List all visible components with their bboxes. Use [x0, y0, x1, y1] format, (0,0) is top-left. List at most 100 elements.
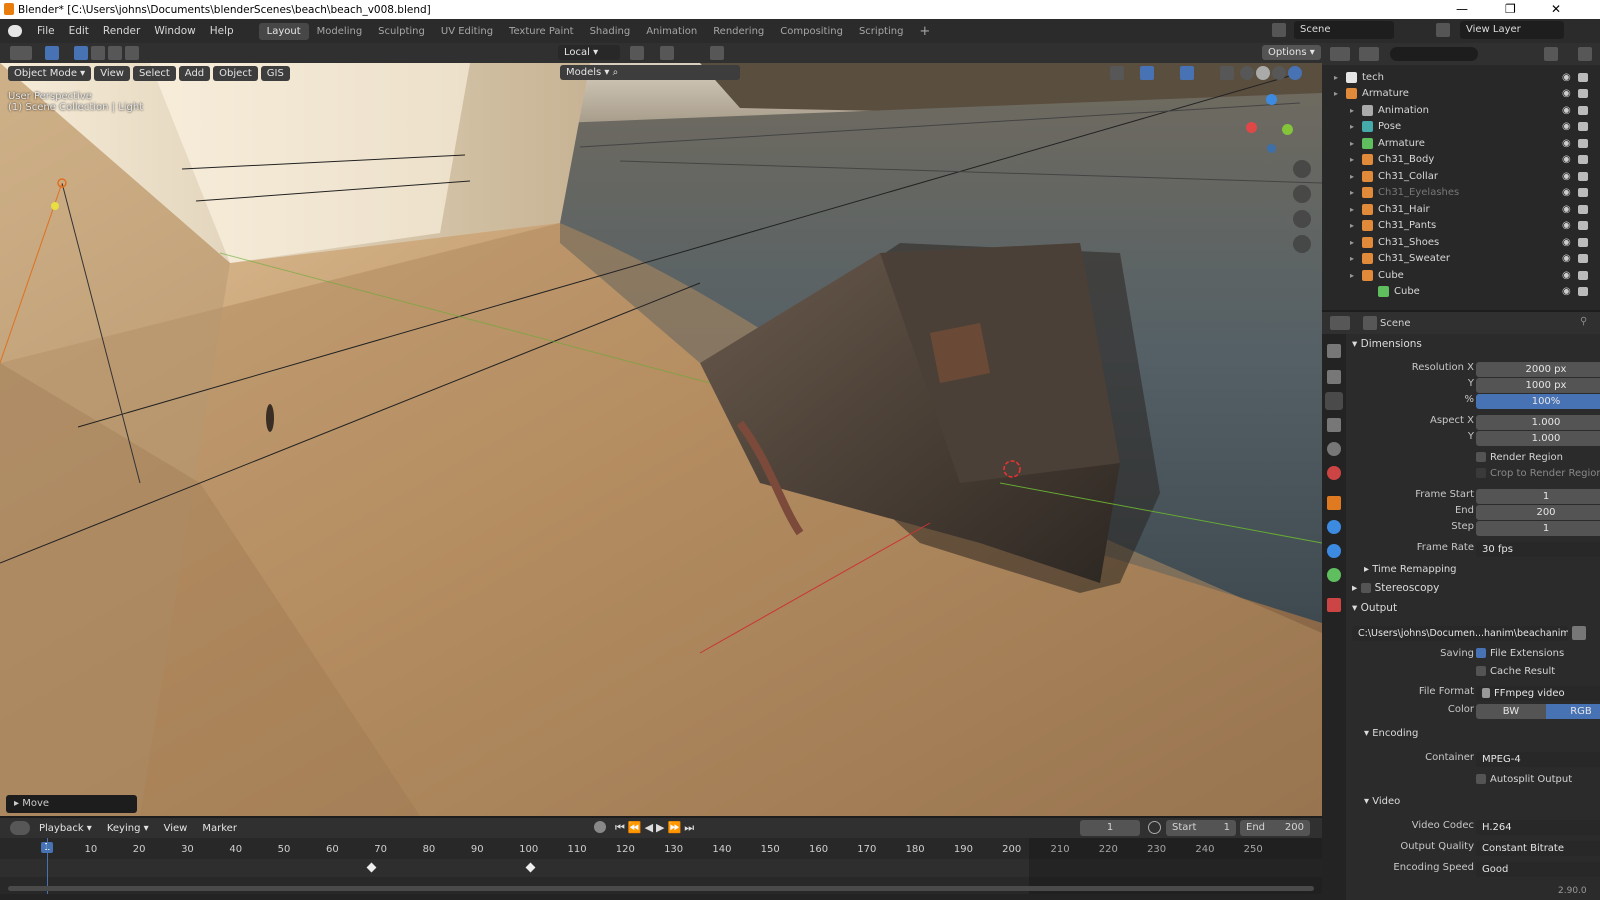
view-layer-icon[interactable]: [1436, 23, 1450, 37]
autosplit-checkbox[interactable]: [1476, 774, 1486, 784]
visibility-icon[interactable]: [1110, 66, 1124, 80]
menu-file[interactable]: File: [30, 25, 62, 37]
ortho-grid-icon[interactable]: [1293, 235, 1311, 253]
current-frame-field[interactable]: 1: [1080, 820, 1140, 836]
outliner-row[interactable]: ▸ tech ◉: [1322, 69, 1600, 86]
menu-window[interactable]: Window: [147, 25, 202, 37]
tab-texture-paint[interactable]: Texture Paint: [501, 23, 582, 40]
folder-icon[interactable]: [1572, 626, 1586, 640]
gizmo-z-axis-icon[interactable]: [1266, 94, 1277, 105]
menu-keying[interactable]: Keying ▾: [101, 821, 155, 836]
expand-arrow-icon[interactable]: ▸: [1350, 139, 1354, 148]
cache-result-checkbox[interactable]: [1476, 666, 1486, 676]
outliner-row[interactable]: ▸ Ch31_Pants ◉: [1322, 218, 1600, 235]
outliner-item-label[interactable]: Pose: [1378, 121, 1401, 132]
blender-menu-icon[interactable]: [8, 25, 22, 37]
collection-filter[interactable]: Models ▾ ⌕: [560, 65, 740, 80]
visibility-eye-icon[interactable]: ◉: [1562, 88, 1571, 99]
visibility-eye-icon[interactable]: ◉: [1562, 72, 1571, 83]
encoding-subsection-header[interactable]: ▾ Encoding: [1364, 728, 1600, 748]
outliner-editor-type-icon[interactable]: [1330, 47, 1350, 61]
render-region-row[interactable]: Render Region: [1346, 452, 1600, 468]
object-tab-icon[interactable]: [1327, 496, 1341, 510]
visibility-eye-icon[interactable]: ◉: [1562, 220, 1571, 231]
aspect-y-field[interactable]: 1.000: [1476, 431, 1600, 446]
menu-marker[interactable]: Marker: [196, 821, 243, 836]
render-tab-icon[interactable]: [1327, 370, 1341, 384]
transform-orientation-dropdown[interactable]: Local ▾: [558, 45, 620, 60]
outliner-item-label[interactable]: Ch31_Pants: [1378, 220, 1436, 231]
outliner[interactable]: ▸ tech ◉ ▸ Armature ◉ ▸ Animation ◉ ▸ Pose ◉ ▸ Armatu…: [1322, 43, 1600, 310]
new-collection-icon[interactable]: [1578, 47, 1592, 61]
outliner-row[interactable]: ▸ Pose ◉: [1322, 119, 1600, 136]
expand-arrow-icon[interactable]: ▸: [1350, 238, 1354, 247]
shading-solid-icon[interactable]: [1256, 66, 1270, 80]
menu-object[interactable]: Object: [213, 65, 258, 81]
overlay-toggle-icon[interactable]: [1180, 66, 1194, 80]
tab-sculpting[interactable]: Sculpting: [370, 23, 433, 40]
cache-result-row[interactable]: Cache Result: [1346, 666, 1600, 682]
render-camera-icon[interactable]: [1578, 72, 1588, 82]
render-camera-icon[interactable]: [1578, 122, 1588, 132]
pivot-point-icon[interactable]: [630, 46, 644, 60]
output-section-header[interactable]: ▾ Output: [1352, 602, 1600, 622]
outliner-row[interactable]: ▸ Ch31_Shoes ◉: [1322, 234, 1600, 251]
render-camera-icon[interactable]: [1578, 287, 1588, 297]
frame-step-field[interactable]: 1: [1476, 521, 1600, 536]
outliner-item-label[interactable]: Ch31_Shoes: [1378, 237, 1439, 248]
zoom-icon[interactable]: [1293, 160, 1311, 178]
outliner-search-input[interactable]: [1390, 47, 1478, 61]
file-extensions-checkbox[interactable]: [1476, 648, 1486, 658]
tab-modeling[interactable]: Modeling: [309, 23, 371, 40]
navigation-gizmo[interactable]: [1240, 88, 1300, 158]
menu-add[interactable]: Add: [178, 65, 211, 81]
expand-arrow-icon[interactable]: ▸: [1350, 188, 1354, 197]
view-layer-tab-icon[interactable]: [1327, 418, 1341, 432]
filter-icon[interactable]: [1544, 47, 1558, 61]
frame-start-field[interactable]: 1: [1476, 489, 1600, 504]
expand-arrow-icon[interactable]: ▸: [1350, 106, 1354, 115]
menu-select[interactable]: Select: [132, 65, 176, 81]
stereoscopy-section-header[interactable]: ▸ Stereoscopy: [1352, 582, 1600, 602]
render-camera-icon[interactable]: [1578, 270, 1588, 280]
encoding-speed-dropdown[interactable]: Good▾: [1476, 862, 1600, 877]
expand-arrow-icon[interactable]: ▸: [1334, 89, 1338, 98]
outliner-item-label[interactable]: Armature: [1362, 88, 1409, 99]
select-box-mode-icon[interactable]: [74, 46, 88, 60]
gizmo-x-axis-icon[interactable]: [1246, 122, 1257, 133]
visibility-eye-icon[interactable]: ◉: [1562, 121, 1571, 132]
timeline-editor-type-icon[interactable]: [10, 821, 30, 835]
tab-animation[interactable]: Animation: [638, 23, 705, 40]
outliner-row[interactable]: ▸ Ch31_Hair ◉: [1322, 201, 1600, 218]
render-camera-icon[interactable]: [1578, 188, 1588, 198]
expand-arrow-icon[interactable]: ▸: [1350, 205, 1354, 214]
frame-rate-dropdown[interactable]: 30 fps▾: [1476, 542, 1600, 557]
start-frame-field[interactable]: Start 1: [1166, 820, 1236, 836]
record-icon[interactable]: [594, 821, 606, 833]
outliner-item-label[interactable]: Ch31_Sweater: [1378, 253, 1450, 264]
tab-compositing[interactable]: Compositing: [772, 23, 851, 40]
expand-arrow-icon[interactable]: ▸: [1350, 155, 1354, 164]
menu-help[interactable]: Help: [203, 25, 241, 37]
timeline-area[interactable]: 1102030405060708090100110120130140150160…: [0, 838, 1322, 894]
display-mode-icon[interactable]: [1359, 47, 1379, 61]
menu-gis[interactable]: GIS: [260, 65, 290, 81]
outliner-item-label[interactable]: Ch31_Body: [1378, 154, 1434, 165]
outliner-row[interactable]: ▸ Armature ◉: [1322, 135, 1600, 152]
visibility-eye-icon[interactable]: ◉: [1562, 286, 1571, 297]
pan-hand-icon[interactable]: [1293, 185, 1311, 203]
select-subtract-icon[interactable]: [108, 46, 122, 60]
menu-view[interactable]: View: [94, 65, 130, 81]
maximize-icon[interactable]: ❐: [1505, 2, 1516, 16]
options-dropdown[interactable]: Options ▾: [1262, 45, 1321, 60]
outliner-item-label[interactable]: Animation: [1378, 105, 1429, 116]
visibility-eye-icon[interactable]: ◉: [1562, 270, 1571, 281]
properties-editor[interactable]: Scene ⚲ ▾ Dimensions Resolution X 2000 px…: [1322, 312, 1600, 900]
xray-icon[interactable]: [1220, 66, 1234, 80]
tab-uv-editing[interactable]: UV Editing: [433, 23, 501, 40]
menu-timeline-view[interactable]: View: [158, 821, 194, 836]
tab-scripting[interactable]: Scripting: [851, 23, 911, 40]
tab-rendering[interactable]: Rendering: [705, 23, 772, 40]
close-icon[interactable]: ✕: [1551, 2, 1561, 16]
outliner-item-label[interactable]: Ch31_Eyelashes: [1378, 187, 1459, 198]
